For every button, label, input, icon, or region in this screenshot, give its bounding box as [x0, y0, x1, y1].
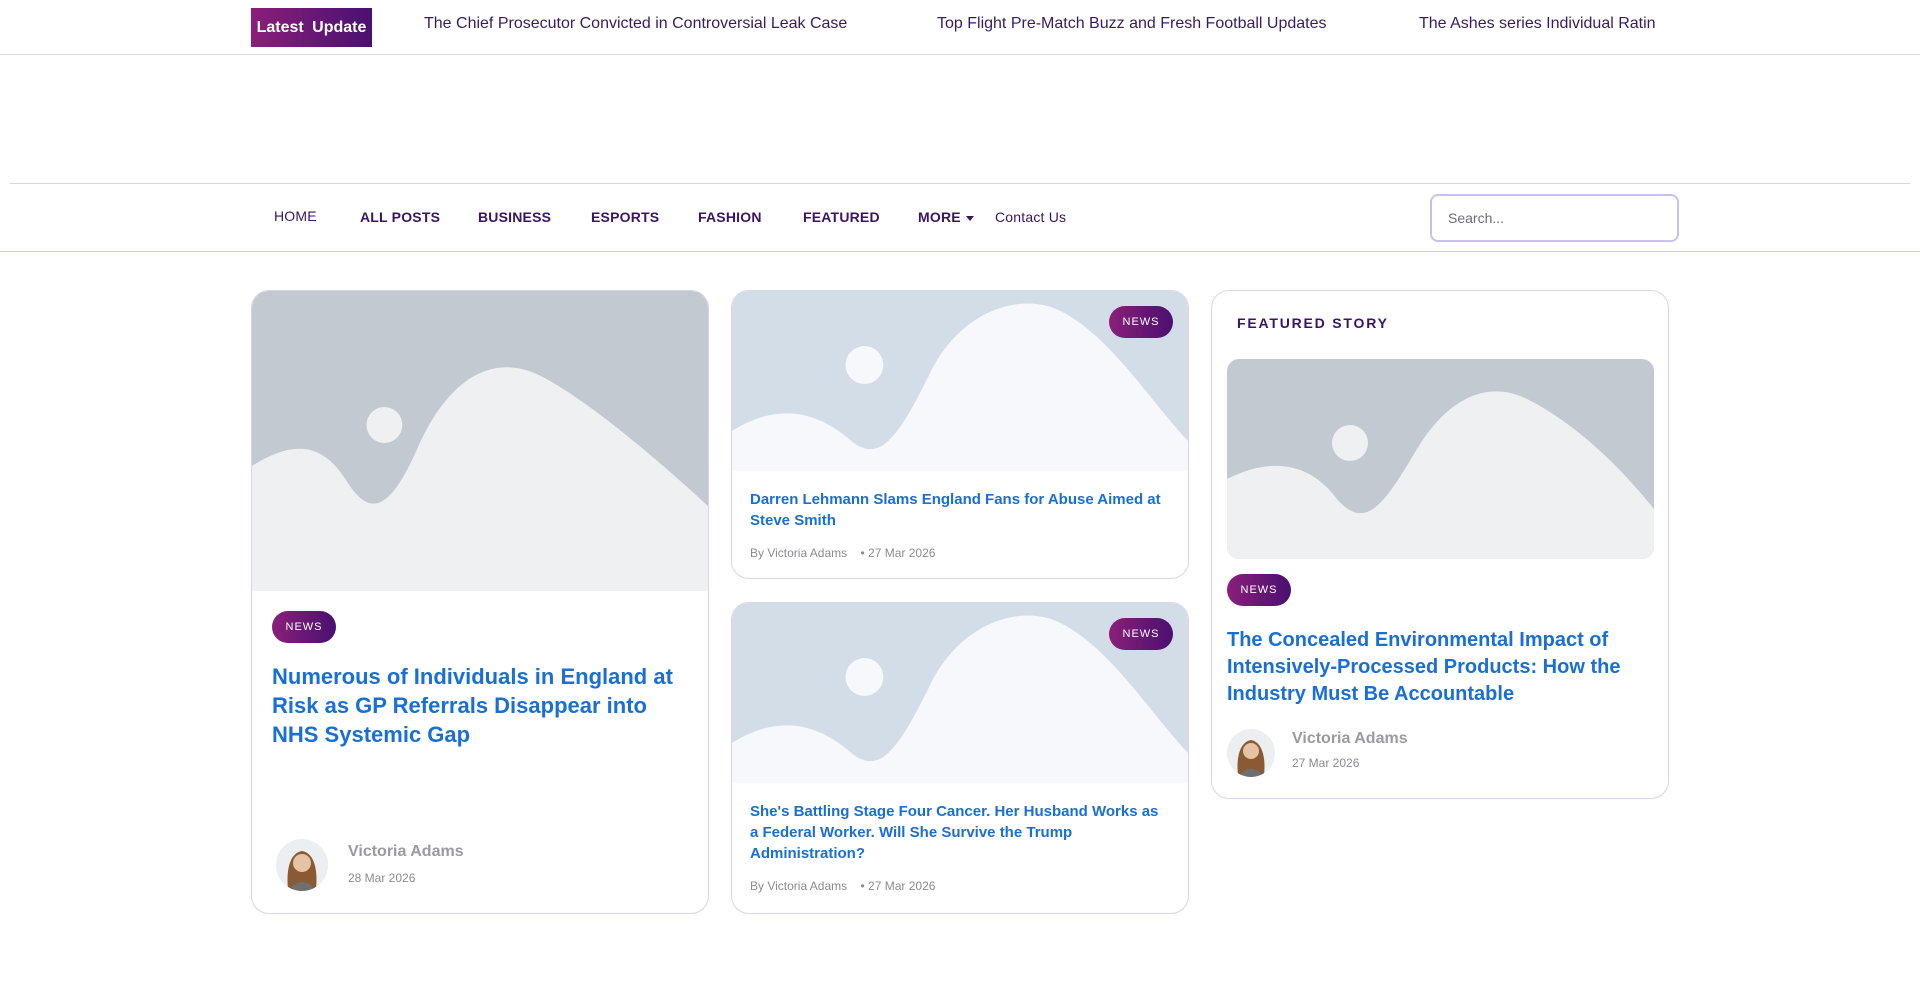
nav-item-more[interactable]: MORE: [918, 209, 974, 225]
article-card[interactable]: News Darren Lehmann Slams England Fans f…: [731, 290, 1189, 579]
publish-date: 28 Mar 2026: [348, 871, 416, 885]
featured-article-title[interactable]: The Concealed Environmental Impact of In…: [1227, 627, 1652, 708]
article-byline: By Victoria Adams • 27 Mar 2026: [750, 879, 935, 893]
ticker-headline[interactable]: The Chief Prosecutor Convicted in Contro…: [424, 15, 847, 33]
latest-update-ticker: Latest Update The Chief Prosecutor Convi…: [0, 0, 1920, 55]
article-title[interactable]: Darren Lehmann Slams England Fans for Ab…: [750, 489, 1170, 531]
image-placeholder: [1227, 359, 1654, 559]
image-placeholder-icon: [252, 291, 708, 591]
image-placeholder: [252, 291, 708, 591]
main-article-card[interactable]: News Numerous of Individuals in England …: [251, 290, 709, 914]
article-byline: By Victoria Adams • 27 Mar 2026: [750, 546, 935, 560]
nav-item-fashion[interactable]: FASHION: [698, 209, 762, 225]
ticker-headline[interactable]: The Ashes series Individual Ratin: [1419, 15, 1656, 33]
featured-story-card[interactable]: Featured Story News The Concealed Enviro…: [1211, 290, 1669, 799]
author-name[interactable]: Victoria Adams: [1292, 730, 1408, 748]
publish-date: 27 Mar 2026: [1292, 756, 1360, 770]
article-card[interactable]: News She's Battling Stage Four Cancer. H…: [731, 602, 1189, 914]
ticker-headline[interactable]: Top Flight Pre-Match Buzz and Fresh Foot…: [937, 15, 1327, 33]
author-avatar-icon: [1227, 729, 1275, 777]
nav-item-all-posts[interactable]: ALL POSTS: [360, 209, 440, 225]
category-badge[interactable]: News: [1109, 306, 1173, 338]
nav-item-featured[interactable]: FEATURED: [803, 209, 880, 225]
nav-item-more-label: MORE: [918, 209, 961, 225]
chevron-down-icon: [965, 215, 974, 221]
avatar: [1227, 729, 1275, 777]
ticker-track: The Chief Prosecutor Convicted in Contro…: [405, 0, 1660, 50]
article-title[interactable]: She's Battling Stage Four Cancer. Her Hu…: [750, 801, 1170, 864]
byline-author[interactable]: By Victoria Adams: [750, 546, 847, 560]
nav-item-contact[interactable]: Contact Us: [995, 209, 1066, 225]
category-badge[interactable]: News: [1109, 618, 1173, 650]
publish-date: • 27 Mar 2026: [860, 879, 936, 893]
author-avatar-icon: [276, 839, 328, 891]
avatar: [276, 839, 328, 891]
search-input[interactable]: [1430, 194, 1679, 242]
ad-space: [0, 56, 1920, 182]
article-title[interactable]: Numerous of Individuals in England at Ri…: [272, 662, 692, 749]
main-navigation: HOME ALL POSTS BUSINESS ESPORTS FASHION …: [0, 184, 1920, 252]
latest-update-label: Latest Update: [251, 8, 372, 47]
featured-story-label: Featured Story: [1237, 315, 1389, 331]
author-name[interactable]: Victoria Adams: [348, 843, 464, 861]
nav-item-home[interactable]: HOME: [274, 208, 317, 224]
image-placeholder-icon: [1227, 359, 1654, 559]
nav-item-esports[interactable]: ESPORTS: [591, 209, 659, 225]
publish-date: • 27 Mar 2026: [860, 546, 936, 560]
byline-author[interactable]: By Victoria Adams: [750, 879, 847, 893]
nav-item-business[interactable]: BUSINESS: [478, 209, 551, 225]
category-badge[interactable]: News: [272, 611, 336, 643]
category-badge[interactable]: News: [1227, 574, 1291, 606]
